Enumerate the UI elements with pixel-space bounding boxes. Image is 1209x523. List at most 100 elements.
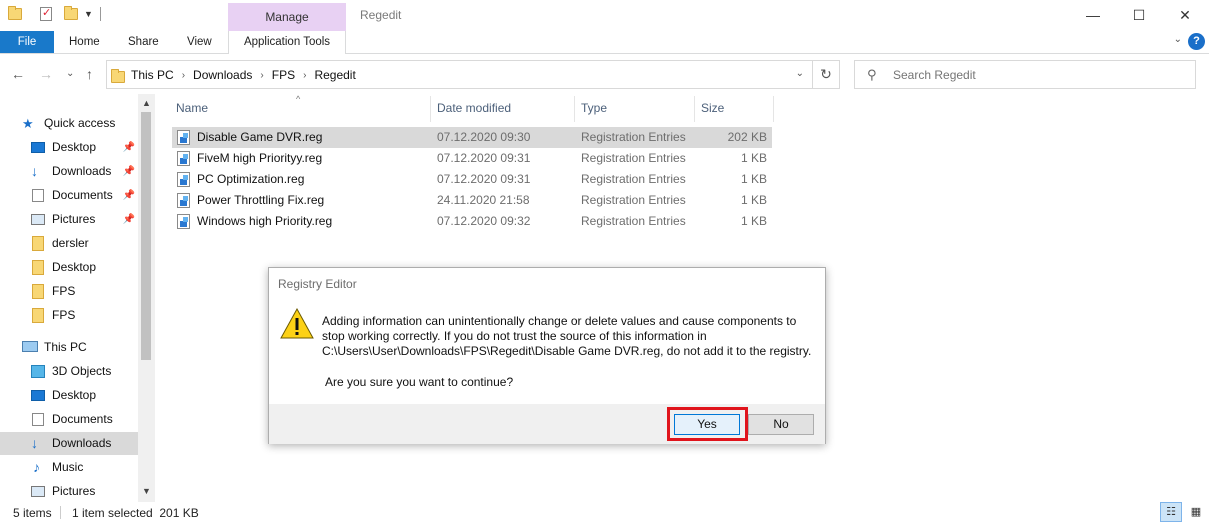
column-divider[interactable] — [694, 96, 695, 122]
chevron-right-icon[interactable]: › — [303, 70, 306, 81]
nav-this-pc[interactable]: This PC — [0, 336, 138, 359]
file-type: Registration Entries — [581, 130, 686, 144]
search-box[interactable]: ⚲ — [854, 60, 1196, 89]
breadcrumb-item[interactable]: Downloads — [193, 68, 252, 82]
nav-label: Pictures — [52, 484, 96, 498]
manage-context-tab[interactable]: Manage — [228, 3, 346, 31]
nav-label: Documents — [52, 188, 113, 202]
ribbon-expand-icon[interactable]: ⌄ — [1174, 34, 1182, 45]
pin-icon[interactable]: 📌 — [123, 136, 135, 159]
large-icons-view-icon[interactable]: ▦ — [1185, 502, 1207, 522]
file-date: 07.12.2020 09:30 — [437, 130, 531, 144]
nav-scrollbar[interactable]: ▲ ▼ — [138, 94, 155, 502]
pin-icon[interactable]: 📌 — [123, 184, 135, 207]
registry-file-icon — [177, 130, 190, 145]
file-type: Registration Entries — [581, 151, 686, 165]
address-row: ← → ⌄ ↑ This PC › Downloads › FPS › Rege… — [0, 54, 1209, 94]
refresh-button[interactable]: ↻ — [813, 60, 840, 89]
scroll-up-icon[interactable]: ▲ — [142, 98, 151, 108]
nav-item-dersler[interactable]: dersler — [0, 232, 138, 255]
properties-icon[interactable] — [40, 6, 54, 21]
column-divider[interactable] — [773, 96, 774, 122]
details-view-icon[interactable]: ☷ — [1160, 502, 1182, 522]
breadcrumb-item[interactable]: This PC — [131, 68, 174, 82]
folder-icon[interactable] — [8, 6, 22, 21]
tab-file[interactable]: File — [0, 31, 54, 53]
nav-label: Desktop — [52, 260, 97, 274]
chevron-right-icon[interactable]: › — [182, 70, 185, 81]
file-row[interactable]: Power Throttling Fix.reg 24.11.2020 21:5… — [172, 190, 772, 211]
registry-file-icon — [177, 193, 190, 208]
nav-item-desktop[interactable]: Desktop — [0, 384, 138, 407]
file-size: 1 KB — [740, 193, 767, 207]
no-button[interactable]: No — [748, 414, 814, 435]
documents-icon — [32, 189, 44, 202]
nav-item-desktop[interactable]: Desktop 📌 — [0, 136, 138, 159]
nav-item-documents[interactable]: Documents 📌 — [0, 184, 138, 207]
nav-label: Quick access — [44, 116, 116, 130]
chevron-right-icon[interactable]: › — [260, 70, 263, 81]
file-date: 07.12.2020 09:32 — [437, 214, 531, 228]
column-header-type[interactable]: Type — [581, 101, 607, 117]
pin-icon[interactable]: 📌 — [123, 208, 135, 231]
tab-share[interactable]: Share — [128, 31, 159, 53]
nav-label: FPS — [52, 284, 76, 298]
help-icon[interactable]: ? — [1188, 33, 1205, 50]
file-size: 202 KB — [727, 130, 767, 144]
file-type: Registration Entries — [581, 193, 686, 207]
breadcrumb-item[interactable]: Regedit — [314, 68, 355, 82]
nav-label: FPS — [52, 308, 76, 322]
file-row[interactable]: Windows high Priority.reg 07.12.2020 09:… — [172, 211, 772, 232]
desktop-icon — [31, 390, 45, 401]
nav-quick-access[interactable]: ★ Quick access — [0, 112, 138, 135]
file-row[interactable]: PC Optimization.reg 07.12.2020 09:31 Reg… — [172, 169, 772, 190]
column-header-date[interactable]: Date modified — [437, 101, 511, 117]
address-dropdown-icon[interactable]: ⌄ — [796, 68, 804, 79]
nav-item-downloads[interactable]: ↓ Downloads — [0, 432, 138, 455]
minimize-button[interactable]: — — [1070, 0, 1116, 30]
search-icon: ⚲ — [867, 67, 877, 82]
maximize-button[interactable]: ☐ — [1116, 0, 1162, 30]
tab-application-tools[interactable]: Application Tools — [228, 31, 346, 54]
column-header-name[interactable]: Name — [176, 101, 208, 117]
back-button[interactable]: ← — [11, 66, 25, 82]
column-header-size[interactable]: Size — [701, 101, 724, 117]
nav-item-fps[interactable]: FPS — [0, 280, 138, 303]
nav-item-3d-objects[interactable]: 3D Objects — [0, 360, 138, 383]
forward-button[interactable]: → — [39, 66, 53, 82]
desktop-icon — [31, 142, 45, 153]
nav-item-desktop-folder[interactable]: Desktop — [0, 256, 138, 279]
nav-item-fps[interactable]: FPS — [0, 304, 138, 327]
file-row[interactable]: FiveM high Priorityy.reg 07.12.2020 09:3… — [172, 148, 772, 169]
address-bar[interactable]: This PC › Downloads › FPS › Regedit ⌄ — [106, 60, 813, 89]
search-input[interactable] — [893, 66, 1183, 84]
tab-home[interactable]: Home — [69, 31, 100, 53]
column-divider[interactable] — [574, 96, 575, 122]
scroll-down-icon[interactable]: ▼ — [142, 486, 151, 496]
registry-file-icon — [177, 172, 190, 187]
ribbon-tabs: File Home Share View Application Tools ⌄… — [0, 31, 1209, 54]
tab-view[interactable]: View — [187, 31, 212, 53]
quick-access-toolbar-dropdown-icon[interactable]: ▼ — [84, 9, 93, 19]
pin-icon[interactable]: 📌 — [123, 160, 135, 183]
dialog-question: Are you sure you want to continue? — [325, 375, 514, 389]
breadcrumb-item[interactable]: FPS — [272, 68, 295, 82]
recent-locations-icon[interactable]: ⌄ — [66, 68, 74, 79]
nav-item-music[interactable]: ♪ Music — [0, 456, 138, 479]
nav-item-pictures[interactable]: Pictures 📌 — [0, 208, 138, 231]
nav-item-downloads[interactable]: ↓ Downloads 📌 — [0, 160, 138, 183]
registry-editor-dialog: Registry Editor Adding information can u… — [268, 267, 826, 444]
file-name: Windows high Priority.reg — [197, 214, 333, 228]
file-type: Registration Entries — [581, 172, 686, 186]
nav-item-documents[interactable]: Documents — [0, 408, 138, 431]
file-name: Disable Game DVR.reg — [197, 130, 323, 144]
file-row[interactable]: Disable Game DVR.reg 07.12.2020 09:30 Re… — [172, 127, 772, 148]
scroll-thumb[interactable] — [141, 112, 151, 360]
close-button[interactable]: ✕ — [1162, 0, 1208, 30]
pictures-icon — [31, 214, 45, 225]
nav-item-pictures[interactable]: Pictures — [0, 480, 138, 502]
column-divider[interactable] — [430, 96, 431, 122]
up-button[interactable]: ↑ — [86, 66, 93, 82]
nav-label: Pictures — [52, 212, 96, 226]
new-folder-icon[interactable] — [64, 6, 78, 21]
